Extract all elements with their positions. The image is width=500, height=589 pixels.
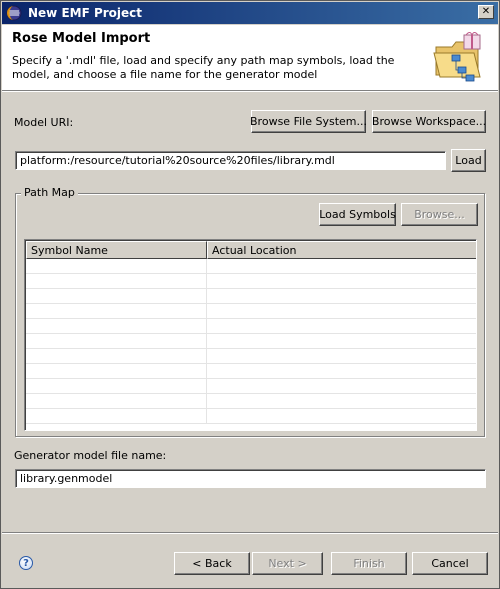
browse-workspace-button[interactable]: Browse Workspace... [372, 110, 486, 133]
load-button[interactable]: Load [451, 149, 486, 172]
window-title: New EMF Project [28, 6, 143, 20]
table-row[interactable] [26, 349, 476, 364]
path-map-group-label: Path Map [21, 186, 78, 199]
load-symbols-button[interactable]: Load Symbols [319, 203, 396, 226]
table-header: Symbol Name Actual Location [26, 241, 476, 259]
table-row[interactable] [26, 304, 476, 319]
page-title: Rose Model Import [12, 31, 151, 46]
banner-separator [2, 91, 498, 92]
model-uri-label: Model URI: [14, 116, 74, 129]
table-row[interactable] [26, 409, 476, 424]
table-row[interactable] [26, 364, 476, 379]
generator-model-label: Generator model file name: [14, 449, 167, 462]
table-row[interactable] [26, 259, 476, 274]
table-row[interactable] [26, 319, 476, 334]
finish-button[interactable]: Finish [331, 552, 407, 575]
table-row[interactable] [26, 289, 476, 304]
column-header-symbol-name[interactable]: Symbol Name [26, 241, 207, 259]
footer-separator [2, 532, 498, 534]
browse-file-system-button[interactable]: Browse File System... [250, 110, 367, 133]
close-icon: ✕ [481, 6, 491, 17]
help-icon[interactable]: ? [19, 556, 33, 570]
title-bar[interactable]: New EMF Project ✕ [2, 2, 498, 24]
path-map-table[interactable]: Symbol Name Actual Location [24, 239, 477, 431]
generator-model-file-name-input[interactable]: library.genmodel [15, 469, 486, 488]
column-header-actual-location[interactable]: Actual Location [207, 241, 476, 259]
next-button[interactable]: Next > [252, 552, 323, 575]
wizard-folder-icon [433, 32, 481, 82]
back-button[interactable]: < Back [174, 552, 250, 575]
model-uri-input[interactable]: platform:/resource/tutorial%20source%20f… [15, 151, 446, 170]
wizard-banner: Rose Model Import Specify a '.mdl' file,… [2, 25, 498, 91]
table-row[interactable] [26, 334, 476, 349]
table-body [26, 259, 476, 430]
eclipse-icon [6, 5, 22, 21]
cancel-button[interactable]: Cancel [412, 552, 488, 575]
table-row[interactable] [26, 394, 476, 409]
path-map-browse-button[interactable]: Browse... [401, 203, 478, 226]
table-row[interactable] [26, 379, 476, 394]
new-emf-project-dialog: New EMF Project ✕ Rose Model Import Spec… [0, 0, 500, 589]
page-description: Specify a '.mdl' file, load and specify … [12, 54, 395, 81]
close-button[interactable]: ✕ [478, 5, 494, 19]
table-row[interactable] [26, 274, 476, 289]
